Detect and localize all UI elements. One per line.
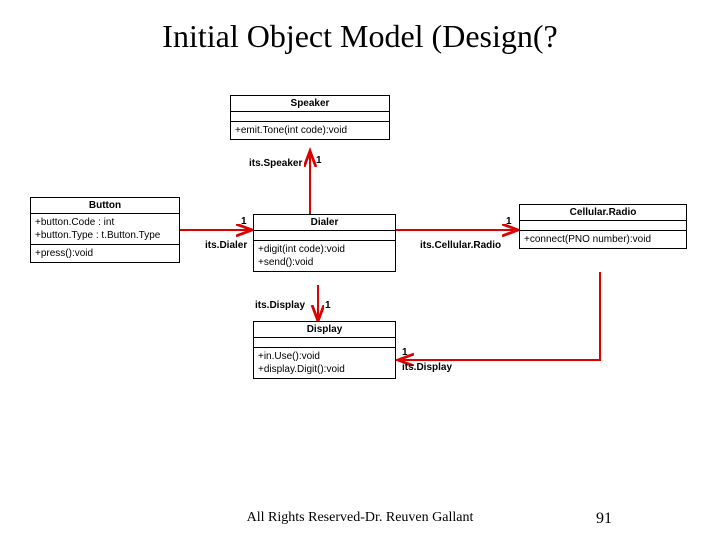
class-name: Display <box>254 322 395 338</box>
uml-diagram: Speaker +emit.Tone(int code):void Button… <box>0 0 720 540</box>
mult-cellular-radio: 1 <box>506 216 512 227</box>
class-operations: +press():void <box>31 245 179 262</box>
class-dialer: Dialer +digit(int code):void +send():voi… <box>253 214 396 272</box>
op-line: +display.Digit():void <box>258 363 391 376</box>
op-line: +digit(int code):void <box>258 243 391 256</box>
op-line: +send():void <box>258 256 391 269</box>
assoc-label-its-display-dialer: its.Display <box>255 300 305 311</box>
assoc-label-its-speaker: its.Speaker <box>249 158 302 169</box>
assoc-label-its-display-radio: its.Display <box>402 362 452 373</box>
op-line: +in.Use():void <box>258 350 391 363</box>
class-speaker: Speaker +emit.Tone(int code):void <box>230 95 390 140</box>
attr-line: +button.Code : int <box>35 216 175 229</box>
class-attributes: +button.Code : int +button.Type : t.Butt… <box>31 214 179 245</box>
mult-speaker: 1 <box>316 155 322 166</box>
class-display: Display +in.Use():void +display.Digit():… <box>253 321 396 379</box>
attr-line: +button.Type : t.Button.Type <box>35 229 175 242</box>
class-name: Button <box>31 198 179 214</box>
class-name: Cellular.Radio <box>520 205 686 221</box>
footer-copyright: All Rights Reserved-Dr. Reuven Gallant <box>0 510 720 526</box>
mult-display-radio: 1 <box>402 347 408 358</box>
class-attributes <box>254 338 395 348</box>
class-operations: +connect(PNO number):void <box>520 231 686 248</box>
class-operations: +emit.Tone(int code):void <box>231 122 389 139</box>
class-attributes <box>520 221 686 231</box>
page-number: 91 <box>596 510 612 528</box>
assoc-label-its-dialer: its.Dialer <box>205 240 247 251</box>
class-operations: +in.Use():void +display.Digit():void <box>254 348 395 378</box>
assoc-label-its-cellular-radio: its.Cellular.Radio <box>420 240 501 251</box>
class-cellular-radio: Cellular.Radio +connect(PNO number):void <box>519 204 687 249</box>
class-attributes <box>254 231 395 241</box>
class-name: Dialer <box>254 215 395 231</box>
class-name: Speaker <box>231 96 389 112</box>
mult-display-dialer: 1 <box>325 300 331 311</box>
class-attributes <box>231 112 389 122</box>
mult-dialer: 1 <box>241 216 247 227</box>
class-button: Button +button.Code : int +button.Type :… <box>30 197 180 263</box>
class-operations: +digit(int code):void +send():void <box>254 241 395 271</box>
